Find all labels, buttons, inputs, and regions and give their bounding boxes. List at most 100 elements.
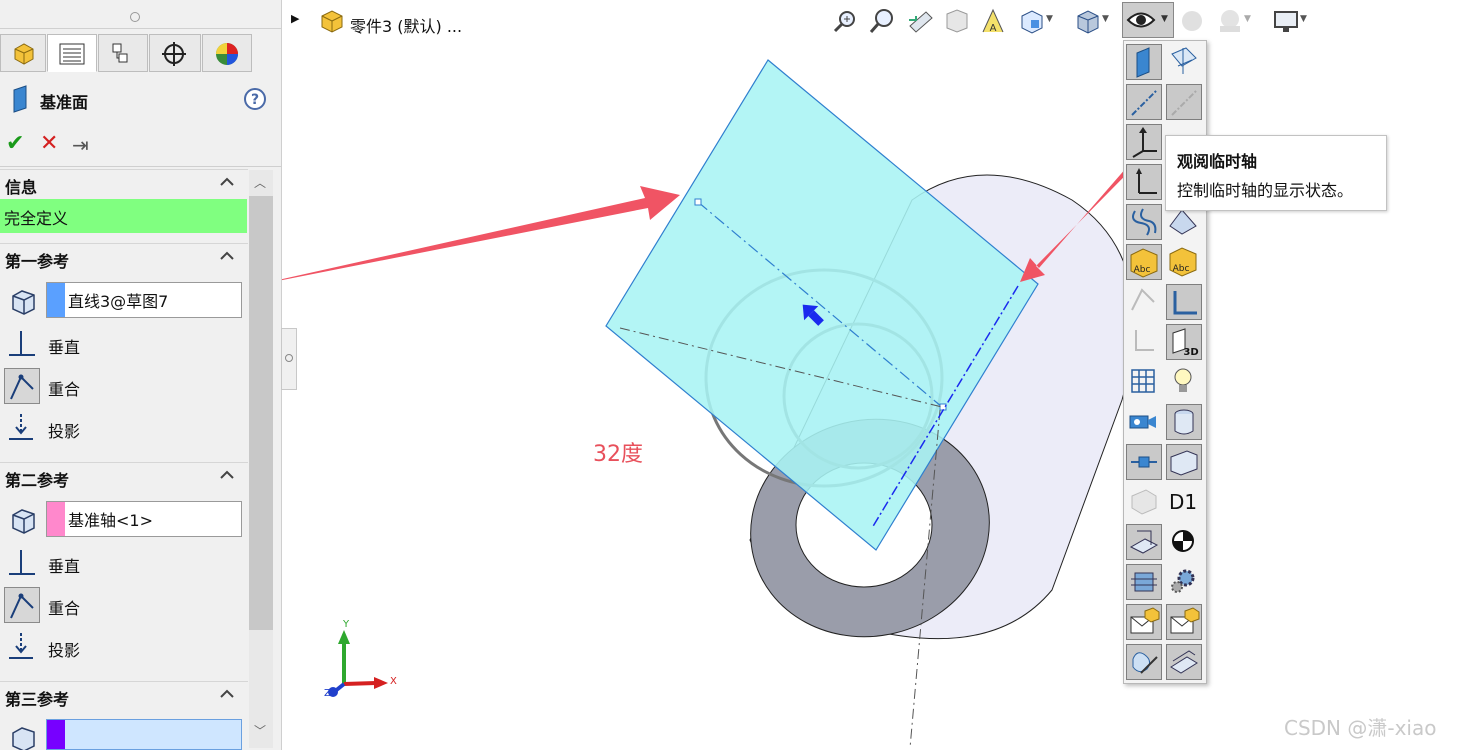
reference-entity-icon — [12, 727, 35, 750]
reference-entity-icon — [12, 290, 35, 315]
first-reference-header[interactable]: 第一参考 — [0, 243, 248, 272]
view-planes-button[interactable] — [1126, 44, 1162, 80]
camera-icon — [1129, 415, 1156, 429]
third-reference-field[interactable] — [46, 719, 242, 750]
third-reference-header[interactable]: 第三参考 — [0, 681, 248, 710]
coordinate-system-icon — [1132, 127, 1157, 158]
view-grid-button[interactable] — [1126, 364, 1162, 400]
annotation-icon: Abc — [1169, 247, 1197, 277]
mail-part-icon — [1130, 607, 1160, 634]
view-dimension-names-button[interactable]: D1 — [1166, 484, 1202, 520]
origin-plane-icon — [1171, 47, 1197, 74]
view-sketch-relations-button[interactable] — [1126, 324, 1162, 360]
splitter-handle-icon[interactable] — [130, 12, 140, 22]
view-bodies-button[interactable] — [1166, 444, 1202, 480]
configuration-manager-icon — [112, 43, 128, 63]
triad-z-label: Z — [324, 688, 331, 699]
sketch-plane-icon — [1129, 530, 1159, 554]
panel-splitter[interactable] — [0, 4, 281, 29]
projection-icon — [9, 414, 33, 440]
center-of-mass-icon — [1172, 530, 1194, 552]
projection-option[interactable] — [4, 629, 40, 665]
tooltip: 观阅临时轴 控制临时轴的显示状态。 — [1165, 135, 1387, 211]
view-3d-sketch-planes-button[interactable]: 3D — [1166, 324, 1202, 360]
sketch-relation-icon — [1135, 330, 1154, 351]
cancel-button[interactable]: ✕ — [40, 131, 58, 156]
view-axes-button[interactable] — [1126, 84, 1162, 120]
tab-configuration-manager[interactable] — [98, 34, 148, 72]
view-gears-button[interactable] — [1166, 564, 1202, 600]
pin-button[interactable]: ⇥ — [72, 133, 89, 157]
projection-label: 投影 — [48, 641, 81, 660]
property-manager-icon — [59, 43, 85, 65]
chevron-up-icon[interactable] — [218, 685, 236, 703]
perpendicular-option[interactable] — [4, 326, 40, 362]
first-reference-value: 直线3@草图7 — [68, 292, 169, 311]
view-sketch-dimensions-button[interactable] — [1126, 284, 1162, 320]
appearance-sphere-icon — [216, 43, 238, 65]
3d-sketch-icon: 3D — [1172, 328, 1199, 358]
third-reference-title: 第三参考 — [5, 690, 70, 709]
view-sketch-text-button[interactable] — [1126, 524, 1162, 560]
grid-icon — [1131, 369, 1155, 393]
scroll-down-icon[interactable]: ﹀ — [254, 722, 266, 739]
angle-annotation: 32度 — [593, 442, 643, 467]
view-cameras-button[interactable] — [1126, 404, 1162, 440]
view-routing-points-button[interactable] — [1126, 564, 1162, 600]
chevron-up-icon[interactable] — [218, 173, 236, 191]
coincident-icon — [10, 374, 34, 400]
view-sketches-button[interactable] — [1166, 284, 1202, 320]
mail-part-icon — [1170, 607, 1200, 634]
sketch-dimension-icon — [1131, 288, 1155, 311]
reference-color-swatch — [47, 502, 65, 536]
perpendicular-label: 垂直 — [48, 338, 81, 357]
ok-button[interactable]: ✔ — [6, 131, 24, 156]
view-curves-button[interactable] — [1126, 204, 1162, 240]
help-icon[interactable]: ? — [243, 87, 267, 111]
perpendicular-icon — [9, 331, 35, 356]
tooltip-body: 控制临时轴的显示状态。 — [1177, 181, 1354, 200]
view-origins-button[interactable] — [1166, 44, 1202, 80]
view-annotations-button[interactable]: Abc — [1126, 244, 1162, 280]
view-mail-markup-button[interactable] — [1126, 604, 1162, 640]
projection-option[interactable] — [4, 410, 40, 446]
perpendicular-option[interactable] — [4, 545, 40, 581]
chevron-up-icon[interactable] — [218, 247, 236, 265]
first-reference-field[interactable]: 直线3@草图7 — [46, 282, 242, 318]
view-decals-button[interactable] — [1166, 404, 1202, 440]
datum-plane-icon — [13, 85, 27, 113]
view-sheet-metal-button[interactable] — [1166, 644, 1202, 680]
weld-icon — [1131, 489, 1157, 515]
graphics-area[interactable]: ▶ 零件3 (默认) ... A ▼ ▼ ▼ ▼ ▼ 32度 Y X Z — [282, 0, 1482, 750]
view-mail-markup-all-button[interactable] — [1166, 604, 1202, 640]
coincident-option[interactable] — [4, 368, 40, 404]
tab-display-manager[interactable] — [202, 34, 252, 72]
view-lights-button[interactable] — [1166, 364, 1202, 400]
status-text: 完全定义 — [4, 209, 69, 228]
plane-icon — [1136, 47, 1150, 78]
view-coordinate-systems-button[interactable] — [1126, 124, 1162, 160]
tab-dimxpert-manager[interactable] — [149, 34, 201, 72]
info-section-header[interactable]: 信息 — [0, 169, 248, 198]
view-markups-button[interactable] — [1126, 644, 1162, 680]
chevron-up-icon[interactable] — [218, 466, 236, 484]
second-reference-header[interactable]: 第二参考 — [0, 462, 248, 491]
curve-icon — [1132, 208, 1157, 236]
coincident-option[interactable] — [4, 587, 40, 623]
view-center-of-mass-button[interactable] — [1166, 524, 1202, 560]
first-reference-title: 第一参考 — [5, 252, 70, 271]
panel-title: 基准面 — [40, 93, 89, 112]
view-weld-beads-button[interactable] — [1126, 484, 1162, 520]
view-mate-references-button[interactable] — [1126, 444, 1162, 480]
second-reference-field[interactable]: 基准轴<1> — [46, 501, 242, 537]
view-temporary-axes-button[interactable] — [1166, 84, 1202, 120]
feature-manager-icon — [14, 43, 34, 65]
tab-feature-manager[interactable] — [0, 34, 46, 72]
scrollbar-thumb[interactable] — [249, 196, 273, 630]
reference-color-swatch — [47, 283, 65, 317]
view-origins-3d-button[interactable] — [1126, 164, 1162, 200]
projection-label: 投影 — [48, 422, 81, 441]
view-all-annotations-button[interactable]: Abc — [1166, 244, 1202, 280]
scroll-up-icon[interactable]: ︿ — [254, 174, 266, 191]
tab-property-manager[interactable] — [47, 34, 97, 72]
